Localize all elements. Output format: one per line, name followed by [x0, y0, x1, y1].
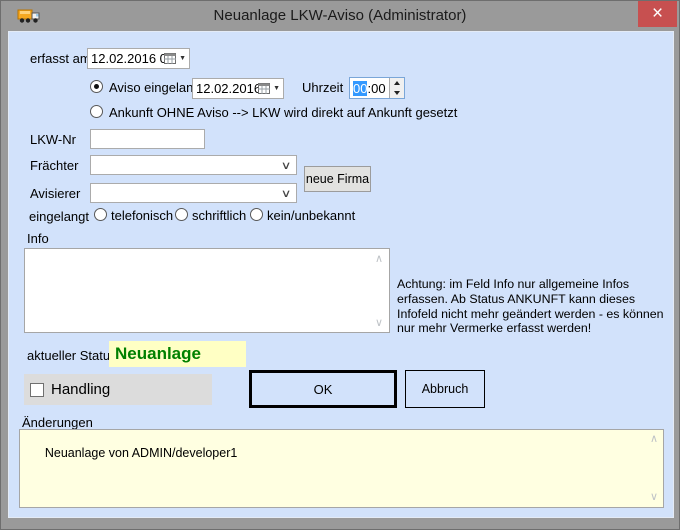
uhrzeit-label: Uhrzeit — [302, 80, 343, 96]
scroll-down-icon[interactable]: ∨ — [375, 318, 383, 328]
calendar-icon — [164, 53, 176, 64]
avisierer-label: Avisierer — [30, 186, 80, 202]
aviso-date-value: 12.02.2016 — [196, 81, 258, 96]
abbruch-button-label: Abbruch — [422, 382, 469, 396]
radio-aviso-eingelangt[interactable] — [90, 80, 103, 93]
radio-telefonisch-label[interactable]: telefonisch — [111, 208, 173, 224]
radio-schriftlich-label[interactable]: schriftlich — [192, 208, 246, 224]
neue-firma-button-label: neue Firma — [306, 172, 369, 186]
fraechter-label: Frächter — [30, 158, 78, 174]
lkw-nr-input[interactable] — [90, 129, 205, 149]
handling-checkbox[interactable] — [30, 383, 44, 397]
radio-kein-unbekannt-label[interactable]: kein/unbekannt — [267, 208, 355, 224]
spin-up-icon[interactable] — [390, 78, 404, 88]
aenderungen-textarea[interactable]: Neuanlage von ADMIN/developer1 — [19, 429, 664, 508]
erfasst-am-value: 12.02.2016 07:20 — [91, 51, 164, 66]
calendar-icon — [258, 83, 270, 94]
radio-kein-unbekannt[interactable] — [250, 208, 263, 221]
scroll-down-icon[interactable]: ∨ — [650, 492, 658, 502]
radio-aviso-eingelangt-label[interactable]: Aviso eingelangt — [109, 80, 204, 96]
dropdown-arrow-icon: ▼ — [179, 55, 186, 62]
radio-ankunft-ohne-aviso[interactable] — [90, 105, 103, 118]
avisierer-combobox[interactable]: ∨ — [90, 183, 297, 203]
status-badge: Neuanlage — [109, 341, 246, 367]
radio-ankunft-ohne-aviso-label[interactable]: Ankunft OHNE Aviso --> LKW wird direkt a… — [109, 105, 457, 121]
lkw-nr-label: LKW-Nr — [30, 132, 76, 148]
spin-down-icon[interactable] — [390, 88, 404, 98]
abbruch-button[interactable]: Abbruch — [405, 370, 485, 408]
dropdown-arrow-icon: ▼ — [273, 85, 280, 92]
scroll-up-icon[interactable]: ∧ — [375, 254, 383, 264]
aenderungen-value: Neuanlage von ADMIN/developer1 — [45, 446, 237, 460]
dialog-content: erfasst am 12.02.2016 07:20 ▼ Aviso eing… — [8, 31, 674, 518]
status-label: aktueller Status — [27, 348, 117, 364]
handling-label[interactable]: Handling — [51, 381, 110, 398]
info-textarea[interactable] — [24, 248, 390, 333]
handling-panel: Handling — [24, 374, 212, 405]
ok-button[interactable]: OK — [249, 370, 397, 408]
uhrzeit-spinner[interactable]: 00 : 00 — [349, 77, 405, 99]
radio-schriftlich[interactable] — [175, 208, 188, 221]
close-icon: × — [652, 3, 663, 25]
dialog-window: Neuanlage LKW-Aviso (Administrator) × er… — [0, 0, 680, 530]
aviso-date-picker[interactable]: 12.02.2016 ▼ — [192, 78, 284, 99]
scroll-up-icon[interactable]: ∧ — [650, 434, 658, 444]
combo-arrow-icon: ∨ — [281, 187, 292, 200]
neue-firma-button[interactable]: neue Firma — [304, 166, 371, 192]
titlebar[interactable]: Neuanlage LKW-Aviso (Administrator) × — [1, 1, 679, 31]
ok-button-label: OK — [314, 382, 333, 397]
uhrzeit-minutes[interactable]: 00 — [371, 81, 385, 96]
radio-telefonisch[interactable] — [94, 208, 107, 221]
uhrzeit-hours[interactable]: 00 — [353, 81, 367, 96]
combo-arrow-icon: ∨ — [281, 159, 292, 172]
info-warning-text: Achtung: im Feld Info nur allgemeine Inf… — [397, 277, 665, 336]
erfasst-am-label: erfasst am — [30, 51, 91, 67]
close-button[interactable]: × — [638, 1, 677, 27]
eingelangt-label: eingelangt — [29, 209, 89, 225]
uhrzeit-spin-buttons[interactable] — [389, 78, 404, 98]
info-label: Info — [27, 231, 49, 247]
fraechter-combobox[interactable]: ∨ — [90, 155, 297, 175]
erfasst-am-datetime-picker[interactable]: 12.02.2016 07:20 ▼ — [87, 48, 190, 69]
window-title: Neuanlage LKW-Aviso (Administrator) — [1, 7, 679, 24]
